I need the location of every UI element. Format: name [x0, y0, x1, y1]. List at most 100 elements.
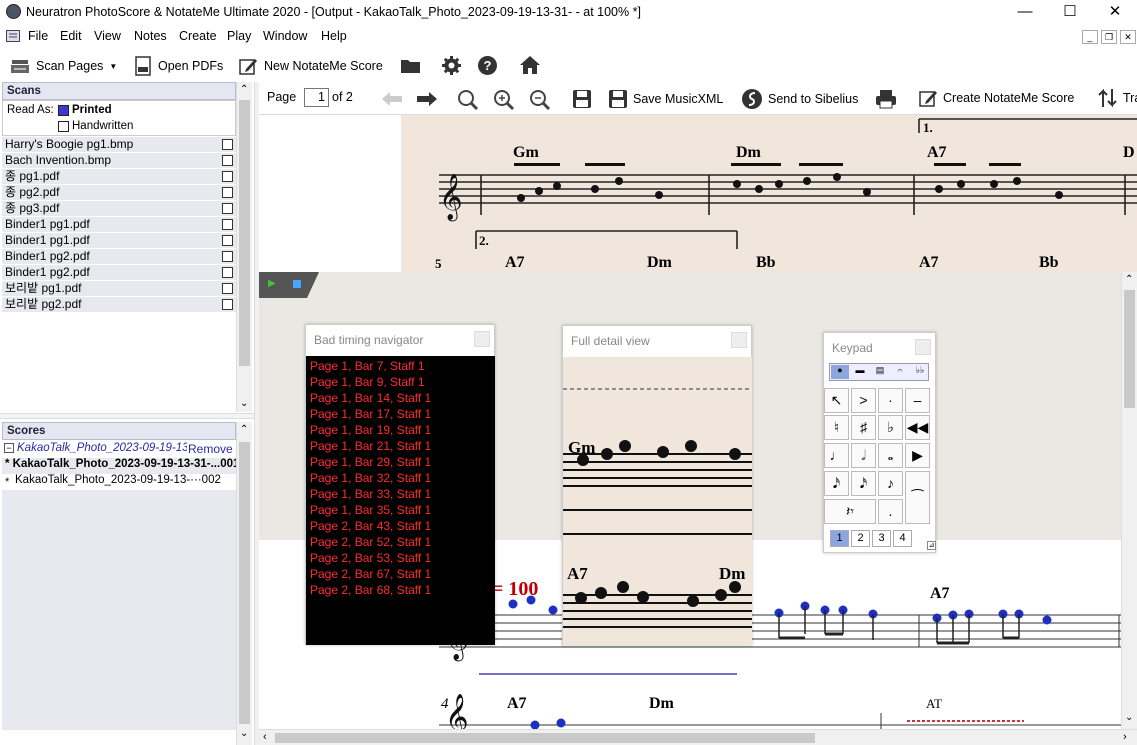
scanned-page-view[interactable]: 𝄞 Gm Dm A7 D 1. 2. 5 A7 Dm Bb A7 Bb [259, 115, 1137, 272]
scan-file-checkbox[interactable] [222, 219, 233, 230]
collapse-icon[interactable]: − [4, 443, 14, 453]
scroll-up-icon[interactable]: ⌃ [1125, 274, 1133, 285]
bad-timing-item[interactable]: Page 1, Bar 32, Staff 1 [306, 470, 495, 486]
bad-timing-item[interactable]: Page 2, Bar 67, Staff 1 [306, 566, 495, 582]
keypad-tab-accidentals[interactable]: ♭♭ [911, 365, 929, 379]
zoom-in-icon[interactable] [493, 89, 515, 111]
panel-close-button[interactable] [731, 332, 747, 348]
bad-timing-item[interactable]: Page 1, Bar 21, Staff 1 [306, 438, 495, 454]
scan-file-checkbox[interactable] [222, 251, 233, 262]
bad-timing-item[interactable]: Page 1, Bar 17, Staff 1 [306, 406, 495, 422]
play-icon[interactable]: ▶ [268, 278, 276, 289]
arrow-right-icon[interactable] [416, 91, 438, 107]
score-item-1[interactable]: * KakaoTalk_Photo_2023-09-19-13-31-...00… [2, 458, 239, 474]
accent-icon[interactable]: > [851, 388, 876, 413]
scan-file-row[interactable]: 종 pg2.pdf [2, 185, 236, 201]
play-forward-icon[interactable]: ▶ [905, 443, 930, 468]
document-menu-icon[interactable] [6, 30, 20, 42]
remove-link[interactable]: Remove [188, 442, 233, 456]
handwritten-checkbox[interactable] [58, 121, 69, 132]
menu-file[interactable]: File [28, 29, 48, 43]
scroll-up-icon[interactable]: ⌃ [240, 424, 248, 435]
pointer-icon[interactable]: ↖ [824, 388, 849, 413]
scans-scroll-thumb[interactable] [239, 100, 250, 366]
quarter-note-icon[interactable]: ♩ [824, 443, 849, 468]
scroll-up-icon[interactable]: ⌃ [240, 84, 248, 95]
scans-scrollbar[interactable]: ⌃ ⌄ [236, 82, 252, 412]
scan-file-checkbox[interactable] [222, 203, 233, 214]
keypad-layout-4[interactable]: 4 [893, 530, 912, 547]
panel-close-button[interactable] [915, 339, 931, 355]
home-icon[interactable] [519, 55, 541, 75]
mdi-minimize-button[interactable]: _ [1082, 30, 1098, 44]
rest-icon[interactable]: 𝄽𝄾 [824, 499, 876, 524]
scan-file-checkbox[interactable] [222, 283, 233, 294]
zoom-icon[interactable] [457, 89, 479, 111]
chevron-down-icon[interactable]: ▼ [109, 62, 117, 71]
scan-file-row[interactable]: Harry's Boogie pg1.bmp [2, 137, 236, 153]
scroll-down-icon[interactable]: ⌄ [240, 398, 248, 409]
bad-timing-item[interactable]: Page 1, Bar 14, Staff 1 [306, 390, 495, 406]
scan-file-checkbox[interactable] [222, 155, 233, 166]
panel-close-button[interactable] [474, 331, 490, 347]
bad-timing-item[interactable]: Page 1, Bar 35, Staff 1 [306, 502, 495, 518]
bad-timing-item[interactable]: Page 1, Bar 9, Staff 1 [306, 374, 495, 390]
score-group-row[interactable]: − KakaoTalk_Photo_2023-09-19-13-31 Remov… [2, 441, 236, 457]
page-number-input[interactable]: 1 [304, 88, 329, 107]
menu-notes[interactable]: Notes [134, 29, 167, 43]
keypad-layout-3[interactable]: 3 [872, 530, 891, 547]
score-item-2[interactable]: KakaoTalk_Photo_2023-09-19-13-···002 [2, 474, 236, 490]
maximize-button[interactable]: ☐ [1060, 3, 1080, 21]
eighth-note-icon[interactable]: ♪ [878, 471, 903, 496]
keypad-layout-2[interactable]: 2 [851, 530, 870, 547]
save-icon[interactable] [572, 89, 592, 109]
staccato-icon[interactable]: · [878, 388, 903, 413]
scan-file-checkbox[interactable] [222, 171, 233, 182]
scan-file-checkbox[interactable] [222, 235, 233, 246]
transpose-button[interactable]: Tra [1098, 88, 1137, 108]
menu-view[interactable]: View [94, 29, 121, 43]
score-hscroll-thumb[interactable] [275, 733, 815, 743]
send-to-sibelius-button[interactable]: Send to Sibelius [741, 88, 858, 110]
printed-checkbox[interactable] [58, 105, 69, 116]
bad-timing-item[interactable]: Page 1, Bar 7, Staff 1 [306, 358, 495, 374]
stop-icon[interactable] [293, 280, 301, 288]
print-icon[interactable] [875, 89, 897, 109]
open-pdfs-button[interactable]: Open PDFs [134, 55, 223, 77]
scan-file-checkbox[interactable] [222, 267, 233, 278]
rewind-icon[interactable]: ◀◀ [905, 415, 930, 440]
sharp-icon[interactable]: ♯ [851, 415, 876, 440]
arrow-left-icon[interactable] [381, 91, 403, 107]
bad-timing-item[interactable]: Page 2, Bar 68, Staff 1 [306, 582, 495, 598]
menu-window[interactable]: Window [263, 29, 307, 43]
scan-file-row[interactable]: Bach Invention.bmp [2, 153, 236, 169]
close-button[interactable]: ✕ [1105, 3, 1125, 21]
scan-file-checkbox[interactable] [222, 299, 233, 310]
half-note-icon[interactable]: 𝅗𝅥 [851, 443, 876, 468]
scan-pages-button[interactable]: Scan Pages ▼ [10, 55, 117, 77]
sixteenth-note-icon[interactable]: 𝅘𝅥𝅯 [824, 471, 849, 496]
folder-icon[interactable] [400, 56, 422, 74]
scan-file-row[interactable]: Binder1 pg1.pdf [2, 217, 236, 233]
scan-file-row[interactable]: Binder1 pg2.pdf [2, 265, 236, 281]
new-notateme-score-button[interactable]: New NotateMe Score [238, 55, 383, 77]
resize-grip-icon[interactable]: ⊿ [927, 541, 936, 550]
keypad-tab-notes[interactable]: ● [831, 365, 849, 379]
create-notateme-score-button[interactable]: Create NotateMe Score [918, 88, 1074, 108]
whole-note-icon[interactable]: 𝅝 [878, 443, 903, 468]
scroll-right-icon[interactable]: › [1123, 731, 1127, 743]
bad-timing-item[interactable]: Page 1, Bar 29, Staff 1 [306, 454, 495, 470]
gear-icon[interactable] [441, 55, 462, 76]
menu-create[interactable]: Create [179, 29, 217, 43]
scan-file-row[interactable]: 종 pg1.pdf [2, 169, 236, 185]
tie-icon[interactable]: ⁀ [905, 471, 930, 524]
save-musicxml-button[interactable]: Save MusicXML [608, 89, 723, 109]
tenuto-icon[interactable]: – [905, 388, 930, 413]
scan-file-checkbox[interactable] [222, 187, 233, 198]
scan-file-row[interactable]: 종 pg3.pdf [2, 201, 236, 217]
keypad-layout-1[interactable]: 1 [830, 530, 849, 547]
zoom-out-icon[interactable] [529, 89, 551, 111]
menu-play[interactable]: Play [227, 29, 251, 43]
flat-icon[interactable]: ♭ [878, 415, 903, 440]
menu-help[interactable]: Help [321, 29, 347, 43]
